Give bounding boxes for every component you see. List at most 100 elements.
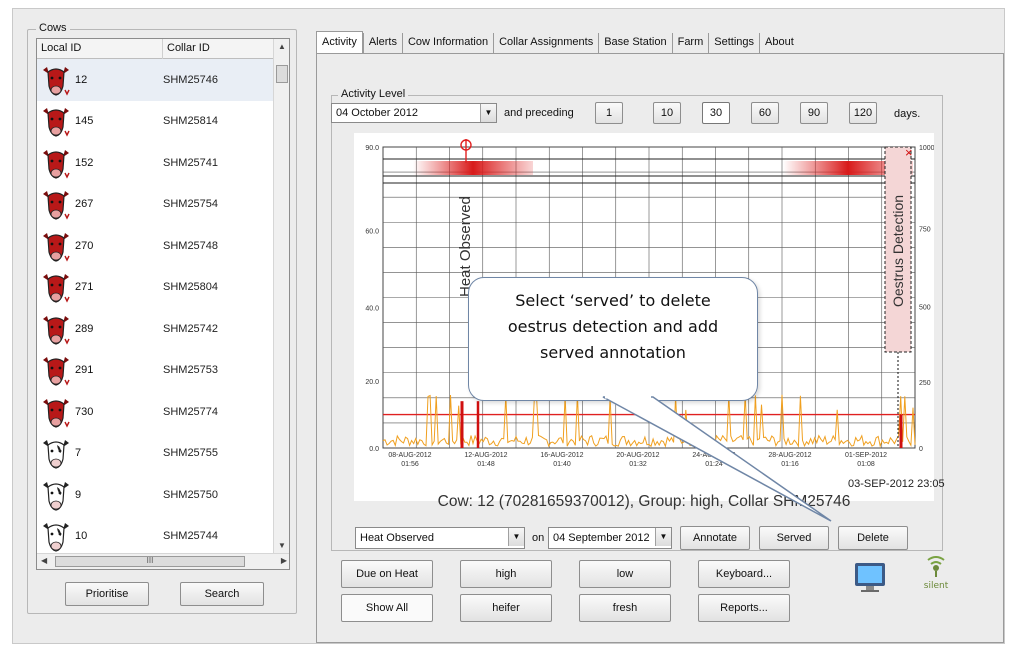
tab-settings[interactable]: Settings <box>708 33 759 53</box>
search-button[interactable]: Search <box>180 582 264 606</box>
cow-local-id: 12 <box>75 73 88 86</box>
low-button[interactable]: low <box>579 560 671 588</box>
cow-white-icon <box>43 440 69 469</box>
end-date-select[interactable]: 04 October 2012 ▼ <box>331 103 497 123</box>
cow-row[interactable]: 270 SHM25748 <box>37 225 275 267</box>
scroll-left-icon[interactable]: ◀ <box>41 556 47 565</box>
y-left-tick-label: 60.0 <box>365 229 379 236</box>
tab-base-station[interactable]: Base Station <box>598 33 671 53</box>
cow-list[interactable]: Local ID Collar ID 12 SHM25746 145 SHM25814… <box>36 38 290 570</box>
activity-level-title: Activity Level <box>338 88 409 100</box>
cow-row[interactable]: 267 SHM25754 <box>37 184 275 226</box>
reports-button[interactable]: Reports... <box>698 594 790 622</box>
tab-collar-assignments[interactable]: Collar Assignments <box>493 33 598 53</box>
heat-band-1 <box>413 161 533 175</box>
scroll-right-icon[interactable]: ▶ <box>281 556 287 565</box>
cow-row[interactable]: 271 SHM25804 <box>37 267 275 309</box>
callout-line-1: Select ‘served’ to delete <box>515 291 711 310</box>
due-on-heat-button[interactable]: Due on Heat <box>341 560 433 588</box>
column-header-collar-id[interactable]: Collar ID <box>163 39 275 59</box>
column-header-local-id[interactable]: Local ID <box>37 39 163 59</box>
tab-cow-information[interactable]: Cow Information <box>401 33 493 53</box>
cows-panel-title: Cows <box>36 22 70 34</box>
cow-local-id: 271 <box>75 281 94 294</box>
cow-row[interactable]: 7 SHM25755 <box>37 433 275 475</box>
heifer-button[interactable]: heifer <box>460 594 552 622</box>
cow-row[interactable]: 9 SHM25750 <box>37 474 275 516</box>
days-10-button[interactable]: 10 <box>653 102 681 124</box>
monitor-icon[interactable] <box>853 560 887 594</box>
cow-collar-id: SHM25750 <box>163 488 219 501</box>
x-tick-time: 01:16 <box>781 461 799 468</box>
cow-red-icon <box>43 274 70 303</box>
high-button[interactable]: high <box>460 560 552 588</box>
cow-local-id: 730 <box>75 405 94 418</box>
tab-about[interactable]: About <box>759 33 799 53</box>
annotation-type-select[interactable]: Heat Observed ▼ <box>355 527 525 549</box>
annotation-type-value: Heat Observed <box>360 532 434 544</box>
annotation-date-value: 04 September 2012 <box>553 532 650 544</box>
cow-row[interactable]: 152 SHM25741 <box>37 142 275 184</box>
y-right-tick-label: 250 <box>919 380 931 387</box>
scroll-thumb[interactable] <box>276 65 288 83</box>
cow-list-header: Local ID Collar ID <box>37 39 275 59</box>
days-1-button[interactable]: 1 <box>595 102 623 124</box>
cow-row[interactable]: 145 SHM25814 <box>37 101 275 143</box>
cow-collar-id: SHM25741 <box>163 156 219 169</box>
instruction-callout: Select ‘served’ to delete oestrus detect… <box>468 277 758 401</box>
x-tick-date: 28-AUG-2012 <box>768 452 811 459</box>
scroll-up-icon[interactable]: ▲ <box>278 42 286 51</box>
tab-alerts[interactable]: Alerts <box>362 33 402 53</box>
x-tick-time: 01:32 <box>629 461 647 468</box>
days-90-button[interactable]: 90 <box>800 102 828 124</box>
silent-herdsman-logo: silent <box>911 556 961 600</box>
cow-collar-id: SHM25746 <box>163 73 219 86</box>
cow-row[interactable]: 289 SHM25742 <box>37 308 275 350</box>
show-all-button[interactable]: Show All <box>341 594 433 622</box>
cow-row[interactable]: 12 SHM25746 <box>37 59 275 101</box>
days-30-button[interactable]: 30 <box>702 102 730 124</box>
cow-local-id: 267 <box>75 198 94 211</box>
x-tick-time: 01:48 <box>477 461 495 468</box>
callout-line-3: served annotation <box>540 343 686 362</box>
y-left-tick-label: 40.0 <box>365 306 379 313</box>
x-tick-date: 24-AUG-2012 <box>692 452 735 459</box>
vertical-scrollbar[interactable]: ▲ ▼ <box>273 39 289 553</box>
logo-mark-icon <box>927 556 945 577</box>
cows-panel: Cows Local ID Collar ID 12 SHM25746 145 SHM… <box>27 22 297 614</box>
fresh-button[interactable]: fresh <box>579 594 671 622</box>
cow-row[interactable]: 291 SHM25753 <box>37 350 275 392</box>
chevron-down-icon[interactable]: ▼ <box>508 528 524 546</box>
y-left-tick-label: 20.0 <box>365 379 379 386</box>
annotate-button[interactable]: Annotate <box>680 526 750 550</box>
logo-text: silent <box>923 581 949 591</box>
callout-line-2: oestrus detection and add <box>507 317 719 336</box>
end-date-value: 04 October 2012 <box>336 107 418 119</box>
scroll-down-icon[interactable]: ▼ <box>278 541 286 550</box>
prioritise-button[interactable]: Prioritise <box>65 582 149 606</box>
cow-row[interactable]: 730 SHM25774 <box>37 391 275 433</box>
x-tick-date: 08-AUG-2012 <box>388 452 431 459</box>
keyboard-button[interactable]: Keyboard... <box>698 560 790 588</box>
cow-red-icon <box>43 357 70 386</box>
served-button[interactable]: Served <box>759 526 829 550</box>
tab-farm[interactable]: Farm <box>671 33 709 53</box>
chevron-down-icon[interactable]: ▼ <box>655 528 671 546</box>
cow-red-icon <box>43 66 70 96</box>
horizontal-scrollbar[interactable]: ◀ III ▶ <box>37 553 289 569</box>
cow-local-id: 10 <box>75 530 88 543</box>
delete-button[interactable]: Delete <box>838 526 908 550</box>
cow-collar-id: SHM25804 <box>163 281 219 294</box>
cow-collar-id: SHM25814 <box>163 115 219 128</box>
cow-row[interactable]: 10 SHM25744 <box>37 516 275 558</box>
y-right-tick-label: 500 <box>919 305 931 312</box>
tab-activity[interactable]: Activity <box>316 31 363 53</box>
hscroll-thumb[interactable]: III <box>55 556 245 567</box>
cow-white-icon <box>43 523 69 552</box>
days-60-button[interactable]: 60 <box>751 102 779 124</box>
days-120-button[interactable]: 120 <box>849 102 877 124</box>
app-window: Cows Local ID Collar ID 12 SHM25746 145 SHM… <box>12 8 1005 644</box>
annotation-date-select[interactable]: 04 September 2012 ▼ <box>548 527 672 549</box>
cow-local-id: 7 <box>75 447 82 460</box>
chevron-down-icon[interactable]: ▼ <box>480 104 496 122</box>
